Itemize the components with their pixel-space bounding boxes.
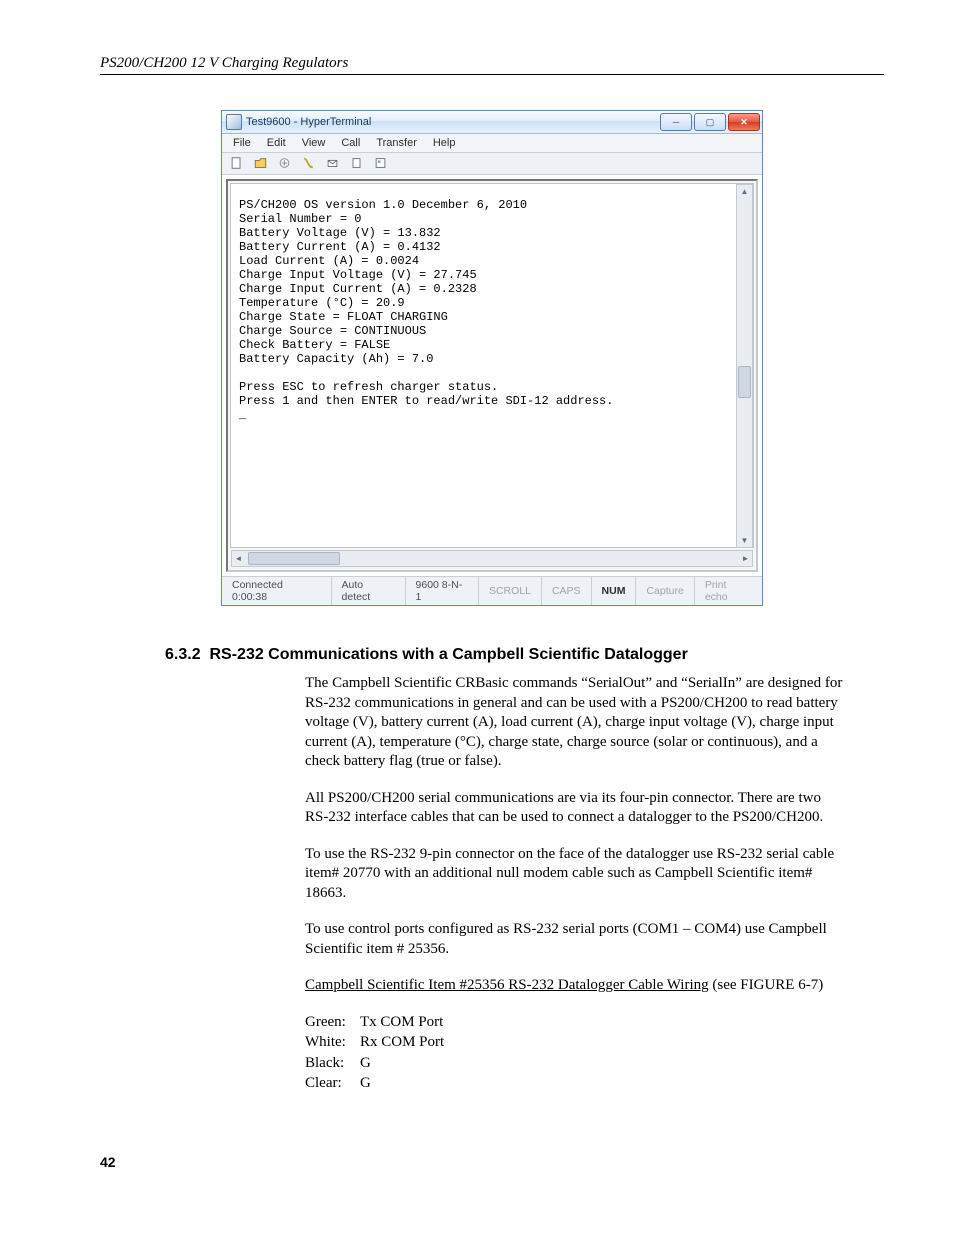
wire-sig-0: Tx COM Port	[360, 1013, 844, 1033]
paragraph-3: To use the RS-232 9-pin connector on the…	[305, 845, 844, 904]
wire-sig-2: G	[360, 1054, 844, 1074]
app-icon	[226, 114, 242, 130]
section-heading: 6.3.2 RS-232 Communications with a Campb…	[165, 646, 884, 664]
status-detect: Auto detect	[332, 577, 406, 605]
hyperterminal-window: Test9600 - HyperTerminal ─ ▢ ✕ File Edit…	[221, 110, 763, 606]
scroll-right-icon[interactable]: ►	[739, 552, 752, 565]
vertical-scrollbar[interactable]: ▲ ▼	[736, 184, 753, 548]
paragraph-2: All PS200/CH200 serial communications ar…	[305, 789, 844, 828]
status-num: NUM	[592, 577, 637, 605]
new-icon[interactable]	[227, 155, 245, 171]
status-printecho: Print echo	[695, 577, 762, 605]
wire-sig-3: G	[360, 1074, 844, 1094]
terminal-output-area[interactable]: PS/CH200 OS version 1.0 December 6, 2010…	[230, 183, 754, 548]
close-button[interactable]: ✕	[728, 113, 760, 131]
menu-edit[interactable]: Edit	[260, 136, 293, 150]
window-title: Test9600 - HyperTerminal	[246, 116, 660, 128]
scroll-left-icon[interactable]: ◄	[232, 552, 245, 565]
disconnect-icon[interactable]	[299, 155, 317, 171]
window-titlebar: Test9600 - HyperTerminal ─ ▢ ✕	[222, 111, 762, 134]
open-icon[interactable]	[251, 155, 269, 171]
connect-icon[interactable]	[275, 155, 293, 171]
menu-transfer[interactable]: Transfer	[369, 136, 424, 150]
terminal-frame: PS/CH200 OS version 1.0 December 6, 2010…	[226, 179, 758, 572]
send-icon[interactable]	[323, 155, 341, 171]
menu-help[interactable]: Help	[426, 136, 463, 150]
status-caps: CAPS	[542, 577, 592, 605]
figure-hyperterminal: Test9600 - HyperTerminal ─ ▢ ✕ File Edit…	[100, 110, 884, 606]
toolbar	[222, 153, 762, 175]
horizontal-scrollbar[interactable]: ◄ ►	[231, 550, 753, 567]
wire-color-1: White:	[305, 1033, 360, 1053]
status-settings: 9600 8-N-1	[406, 577, 479, 605]
status-scroll: SCROLL	[479, 577, 542, 605]
wiring-heading-tail: (see FIGURE 6-7)	[709, 977, 824, 993]
menubar: File Edit View Call Transfer Help	[222, 134, 762, 153]
wiring-heading: Campbell Scientific Item #25356 RS-232 D…	[305, 977, 709, 993]
vertical-scroll-thumb[interactable]	[738, 366, 751, 398]
wire-color-2: Black:	[305, 1054, 360, 1074]
scroll-down-icon[interactable]: ▼	[738, 534, 751, 547]
wire-color-0: Green:	[305, 1013, 360, 1033]
terminal-output-text: PS/CH200 OS version 1.0 December 6, 2010…	[239, 198, 747, 422]
scroll-up-icon[interactable]: ▲	[738, 185, 751, 198]
statusbar: Connected 0:00:38 Auto detect 9600 8-N-1…	[222, 576, 762, 605]
paragraph-1: The Campbell Scientific CRBasic commands…	[305, 674, 844, 772]
horizontal-scroll-thumb[interactable]	[248, 552, 340, 565]
properties-icon[interactable]	[371, 155, 389, 171]
wiring-table: Green:Tx COM Port White:Rx COM Port Blac…	[305, 1013, 844, 1094]
wiring-heading-line: Campbell Scientific Item #25356 RS-232 D…	[305, 976, 844, 996]
menu-call[interactable]: Call	[334, 136, 367, 150]
section-number: 6.3.2	[165, 646, 201, 663]
maximize-button[interactable]: ▢	[694, 113, 726, 131]
menu-view[interactable]: View	[295, 136, 333, 150]
wire-sig-1: Rx COM Port	[360, 1033, 844, 1053]
menu-file[interactable]: File	[226, 136, 258, 150]
status-connected: Connected 0:00:38	[222, 577, 332, 605]
paragraph-4: To use control ports configured as RS-23…	[305, 920, 844, 959]
running-head: PS200/CH200 12 V Charging Regulators	[100, 55, 884, 75]
wire-color-3: Clear:	[305, 1074, 360, 1094]
section-title: RS-232 Communications with a Campbell Sc…	[209, 646, 687, 663]
page-number: 42	[100, 1154, 884, 1170]
receive-icon[interactable]	[347, 155, 365, 171]
status-capture: Capture	[636, 577, 694, 605]
minimize-button[interactable]: ─	[660, 113, 692, 131]
